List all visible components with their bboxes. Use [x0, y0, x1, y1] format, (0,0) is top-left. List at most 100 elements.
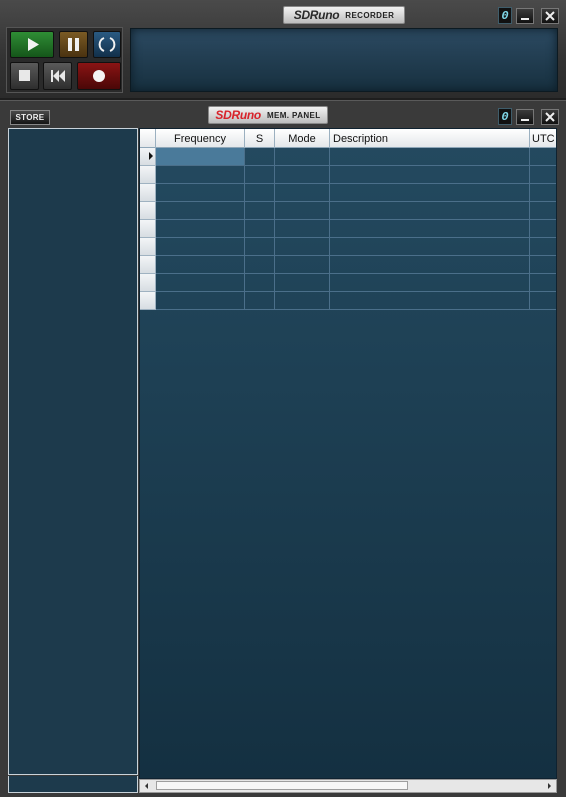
- table-cell[interactable]: [156, 256, 245, 273]
- column-header-utc[interactable]: UTC: [530, 129, 556, 148]
- table-cell[interactable]: [530, 292, 556, 309]
- table-cell[interactable]: [275, 238, 330, 255]
- scroll-left-button[interactable]: [140, 780, 154, 792]
- table-row[interactable]: [156, 256, 556, 274]
- table-cell[interactable]: [275, 166, 330, 183]
- table-cell[interactable]: [530, 220, 556, 237]
- table-cell[interactable]: [530, 256, 556, 273]
- table-cell[interactable]: [330, 256, 530, 273]
- table-cell[interactable]: [275, 256, 330, 273]
- row-header[interactable]: [140, 220, 156, 238]
- recorder-minimize-button[interactable]: [516, 8, 534, 24]
- table-cell[interactable]: [156, 166, 245, 183]
- table-row[interactable]: [156, 220, 556, 238]
- table-cell[interactable]: [245, 238, 275, 255]
- memory-grid[interactable]: Frequency S Mode Description UTC: [139, 128, 557, 779]
- table-cell[interactable]: [156, 220, 245, 237]
- loop-icon: [98, 37, 116, 52]
- table-cell[interactable]: [330, 238, 530, 255]
- loop-button[interactable]: [93, 31, 121, 58]
- table-cell[interactable]: [330, 202, 530, 219]
- table-cell[interactable]: [245, 220, 275, 237]
- column-header-s[interactable]: S: [245, 129, 275, 148]
- table-row[interactable]: [156, 166, 556, 184]
- row-header[interactable]: [140, 256, 156, 274]
- recorder-counter-digit: 0: [501, 8, 509, 23]
- close-icon: [545, 112, 555, 122]
- table-cell[interactable]: [156, 238, 245, 255]
- mem-close-button[interactable]: [541, 109, 559, 125]
- table-cell[interactable]: [245, 274, 275, 291]
- rewind-button[interactable]: [43, 62, 72, 90]
- record-icon: [93, 70, 105, 82]
- table-cell[interactable]: [245, 166, 275, 183]
- column-header-frequency[interactable]: Frequency: [156, 129, 245, 148]
- recorder-close-button[interactable]: [541, 8, 559, 24]
- table-cell[interactable]: [530, 202, 556, 219]
- horizontal-scrollbar[interactable]: [139, 779, 557, 793]
- play-button[interactable]: [10, 31, 54, 58]
- table-cell[interactable]: [275, 292, 330, 309]
- table-row[interactable]: [156, 238, 556, 256]
- row-header[interactable]: [140, 184, 156, 202]
- table-cell[interactable]: [530, 238, 556, 255]
- table-row[interactable]: [156, 292, 556, 310]
- table-row[interactable]: [156, 184, 556, 202]
- scrollbar-thumb[interactable]: [156, 781, 408, 790]
- table-cell[interactable]: [275, 202, 330, 219]
- table-row[interactable]: [156, 148, 556, 166]
- column-header-description[interactable]: Description: [330, 129, 530, 148]
- table-cell[interactable]: [530, 166, 556, 183]
- store-button[interactable]: STORE: [10, 110, 50, 125]
- table-row[interactable]: [156, 274, 556, 292]
- header-corner: [140, 129, 156, 148]
- transport-panel: [6, 27, 123, 93]
- recorder-counter-button[interactable]: 0: [498, 7, 512, 24]
- table-cell[interactable]: [275, 148, 330, 165]
- pause-button[interactable]: [59, 31, 88, 58]
- close-icon: [545, 11, 555, 21]
- memory-group-list[interactable]: [8, 128, 138, 775]
- stop-button[interactable]: [10, 62, 39, 90]
- table-row[interactable]: [156, 202, 556, 220]
- row-header[interactable]: [140, 292, 156, 310]
- row-header[interactable]: [140, 166, 156, 184]
- recorder-brand: SDRuno: [293, 8, 340, 22]
- row-header[interactable]: [140, 274, 156, 292]
- table-cell[interactable]: [330, 292, 530, 309]
- table-cell[interactable]: [275, 184, 330, 201]
- table-cell[interactable]: [275, 220, 330, 237]
- table-cell[interactable]: [245, 202, 275, 219]
- current-row-arrow-icon: [149, 152, 153, 160]
- table-cell[interactable]: [530, 274, 556, 291]
- table-cell[interactable]: [330, 220, 530, 237]
- table-cell[interactable]: [330, 148, 530, 165]
- column-header-mode[interactable]: Mode: [275, 129, 330, 148]
- table-cell[interactable]: [245, 184, 275, 201]
- row-header[interactable]: [140, 238, 156, 256]
- table-cell[interactable]: [330, 166, 530, 183]
- table-cell[interactable]: [530, 184, 556, 201]
- memory-panel-window: STORE SDRuno MEM. PANEL 0 Frequency S Mo…: [0, 100, 566, 797]
- row-header[interactable]: [140, 148, 156, 166]
- table-cell[interactable]: [156, 184, 245, 201]
- mem-minimize-button[interactable]: [516, 109, 534, 125]
- mem-counter-button[interactable]: 0: [498, 108, 512, 125]
- record-button[interactable]: [77, 62, 121, 90]
- table-cell[interactable]: [530, 148, 556, 165]
- table-cell[interactable]: [245, 256, 275, 273]
- table-cell[interactable]: [156, 202, 245, 219]
- row-header[interactable]: [140, 202, 156, 220]
- rewind-icon: [51, 70, 65, 82]
- table-cell[interactable]: [156, 148, 245, 165]
- table-cell[interactable]: [156, 292, 245, 309]
- table-cell[interactable]: [275, 274, 330, 291]
- recorder-title-tab: SDRuno RECORDER: [283, 6, 405, 24]
- scroll-right-button[interactable]: [542, 780, 556, 792]
- table-cell[interactable]: [330, 274, 530, 291]
- table-cell[interactable]: [245, 148, 275, 165]
- table-cell[interactable]: [245, 292, 275, 309]
- table-cell[interactable]: [330, 184, 530, 201]
- table-cell[interactable]: [156, 274, 245, 291]
- mem-panel-title: MEM. PANEL: [266, 110, 321, 120]
